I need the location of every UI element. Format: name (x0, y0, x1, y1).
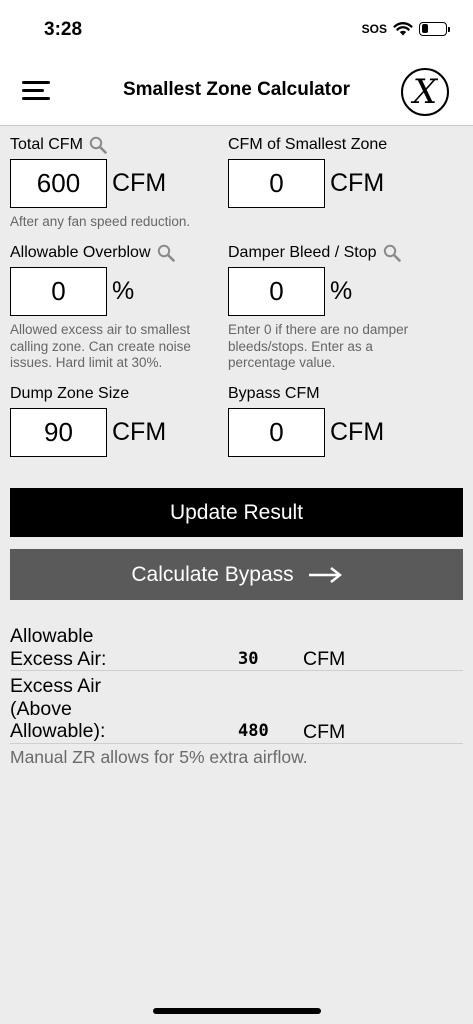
smallest-zone-unit: CFM (330, 169, 385, 197)
bypass-cfm-input[interactable] (228, 408, 325, 457)
result-value: 30 (238, 649, 259, 669)
logo-text: X (412, 72, 438, 112)
result-label-line: Excess Air: (10, 647, 107, 670)
result-label-line: (Above (10, 697, 72, 720)
status-bar: 3:28 SOS (0, 0, 473, 60)
damper-bleed-help: Enter 0 if there are no damper bleeds/st… (228, 322, 409, 370)
damper-bleed-label: Damper Bleed / Stop (228, 244, 377, 261)
damper-bleed-field: Damper Bleed / Stop % Enter 0 if there a… (228, 244, 436, 372)
status-time: 3:28 (44, 19, 83, 40)
battery-icon (419, 21, 450, 36)
result-label-line: Excess Air (10, 675, 102, 697)
magnifier-icon[interactable] (383, 244, 401, 262)
damper-bleed-unit: % (330, 277, 353, 305)
status-indicators: SOS (361, 21, 450, 36)
smallest-zone-field: CFM of Smallest Zone CFM (228, 136, 387, 208)
result-label: Allowable Excess Air: (10, 625, 106, 670)
magnifier-icon[interactable] (157, 244, 175, 262)
allowable-overblow-help: Allowed excess air to smallest calling z… (10, 322, 191, 370)
total-cfm-field: Total CFM CFM After any fan speed reduct… (10, 136, 218, 231)
allowable-overblow-input[interactable] (10, 267, 107, 316)
total-cfm-label: Total CFM (10, 136, 83, 153)
smallest-zone-label: CFM of Smallest Zone (228, 136, 388, 153)
result-label-line: Allowable): (10, 720, 106, 742)
airflow-note: Manual ZR allows for 5% extra airflow. (10, 747, 308, 767)
result-label-line: Allowable (10, 625, 94, 647)
app-logo[interactable]: X (401, 68, 449, 116)
bypass-cfm-label: Bypass CFM (228, 385, 320, 402)
arrow-right-icon (308, 566, 342, 583)
result-value: 480 (238, 721, 269, 741)
dump-zone-label: Dump Zone Size (10, 385, 130, 402)
dump-zone-field: Dump Zone Size CFM (10, 385, 166, 457)
smallest-zone-input[interactable] (228, 159, 325, 208)
total-cfm-unit: CFM (112, 169, 167, 197)
total-cfm-input[interactable] (10, 159, 107, 208)
allowable-overblow-field: Allowable Overblow % Allowed excess air … (10, 244, 218, 372)
result-unit: CFM (303, 648, 346, 670)
wifi-icon (393, 22, 413, 36)
calculate-bypass-label: Calculate Bypass (131, 562, 294, 586)
update-result-label: Update Result (169, 500, 304, 524)
result-allowable-excess-air: Allowable Excess Air: 30 CFM (10, 625, 463, 671)
nav-bar: Smallest Zone Calculator X (0, 60, 473, 126)
result-unit: CFM (303, 721, 346, 743)
result-label: Excess Air (Above Allowable): (10, 675, 105, 743)
allowable-overblow-unit: % (112, 277, 135, 305)
allowable-overblow-label: Allowable Overblow (10, 244, 151, 261)
sos-indicator: SOS (361, 21, 387, 36)
result-excess-air-above: Excess Air (Above Allowable): 480 CFM (10, 675, 463, 744)
dump-zone-unit: CFM (112, 418, 167, 446)
update-result-button[interactable]: Update Result (10, 488, 463, 537)
bypass-cfm-field: Bypass CFM CFM (228, 385, 384, 457)
damper-bleed-input[interactable] (228, 267, 325, 316)
total-cfm-help: After any fan speed reduction. (10, 214, 191, 229)
bypass-cfm-unit: CFM (330, 418, 385, 446)
dump-zone-input[interactable] (10, 408, 107, 457)
home-indicator[interactable] (153, 1008, 321, 1014)
magnifier-icon[interactable] (89, 136, 107, 154)
calculate-bypass-button[interactable]: Calculate Bypass (10, 549, 463, 600)
